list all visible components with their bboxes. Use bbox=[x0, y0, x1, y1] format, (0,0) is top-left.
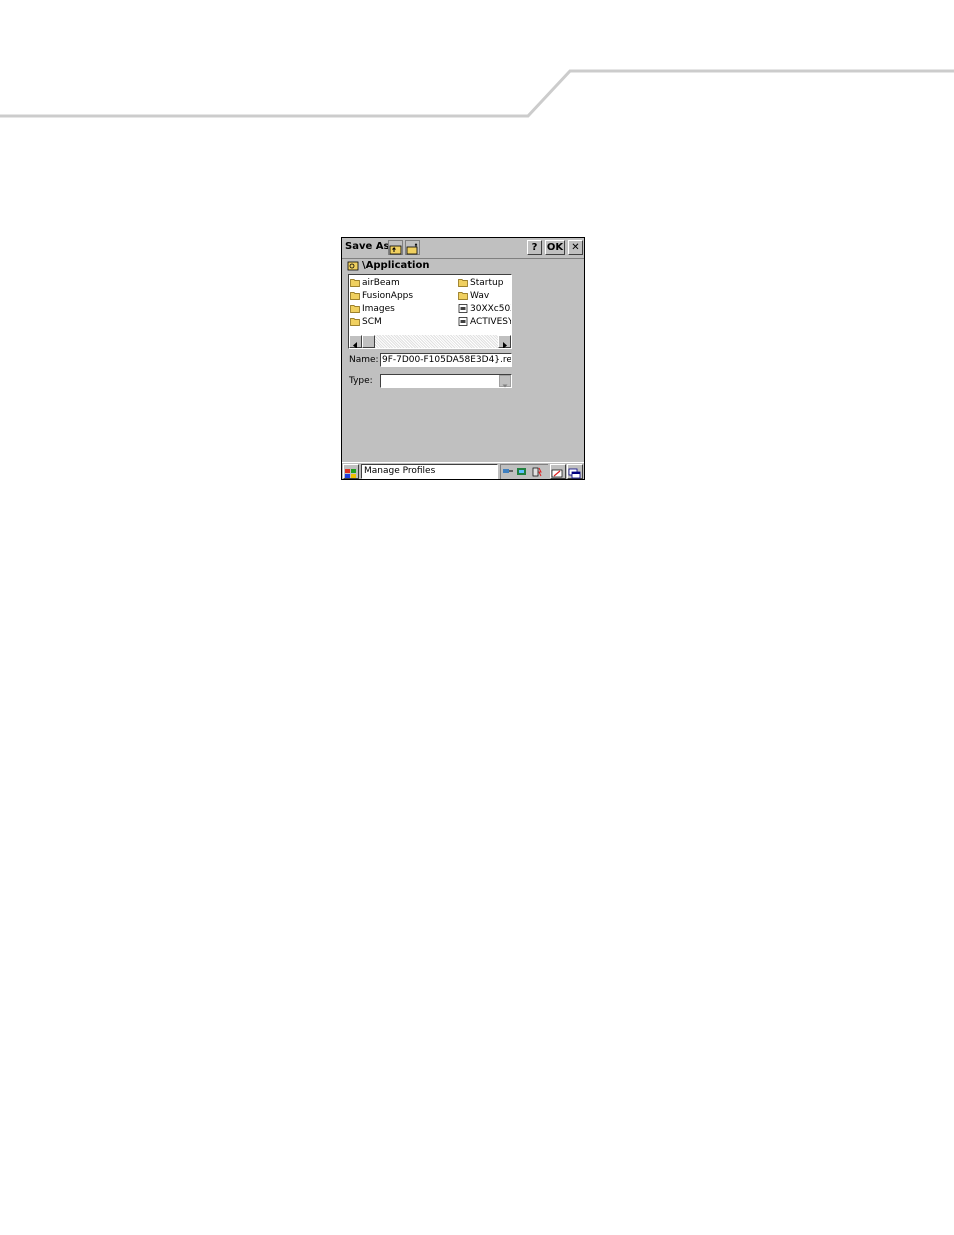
list-item-label: FusionApps bbox=[362, 291, 414, 301]
keyboard-icon bbox=[551, 469, 563, 478]
connection-icon[interactable] bbox=[516, 466, 528, 478]
ok-button[interactable]: OK bbox=[545, 240, 565, 255]
close-button[interactable]: ✕ bbox=[568, 240, 583, 255]
taskbar-item-manage-profiles[interactable]: Manage Profiles bbox=[361, 464, 498, 479]
dropdown-button[interactable] bbox=[499, 375, 511, 388]
file-icon bbox=[458, 304, 468, 313]
folder-icon bbox=[350, 305, 360, 313]
name-label: Name: bbox=[349, 355, 379, 365]
scroll-right-button[interactable] bbox=[498, 335, 511, 348]
windows-stack-icon bbox=[568, 468, 581, 479]
list-item-label: ACTIVESY bbox=[470, 317, 512, 327]
folder-icon bbox=[350, 318, 360, 326]
file-icon bbox=[458, 317, 468, 326]
chevron-down-icon bbox=[502, 384, 508, 388]
network-icon[interactable] bbox=[502, 466, 514, 478]
list-item-label: Startup bbox=[470, 278, 504, 288]
help-button[interactable]: ? bbox=[527, 240, 542, 255]
page-header-rule bbox=[0, 69, 954, 118]
folder-icon bbox=[458, 279, 468, 287]
desktop-button[interactable] bbox=[567, 464, 583, 479]
list-item-label: SCM bbox=[362, 317, 382, 327]
file-list[interactable]: airBeam FusionApps Images SCM Startup Wa… bbox=[348, 274, 512, 349]
list-item-label: 30XXc50X bbox=[470, 304, 512, 314]
open-folder-icon bbox=[347, 261, 359, 271]
title-separator bbox=[342, 258, 584, 259]
arrow-right-icon bbox=[503, 342, 507, 348]
folder-icon bbox=[458, 292, 468, 300]
start-button[interactable] bbox=[343, 464, 359, 479]
up-folder-icon bbox=[389, 245, 402, 255]
list-item-label: Wav bbox=[470, 291, 490, 301]
folder-icon bbox=[350, 279, 360, 287]
horizontal-scrollbar[interactable] bbox=[349, 335, 511, 348]
scroll-left-button[interactable] bbox=[349, 335, 362, 348]
path-label: \Application bbox=[362, 260, 430, 271]
up-folder-button[interactable] bbox=[388, 240, 403, 255]
folder-icon bbox=[350, 292, 360, 300]
input-panel-button[interactable] bbox=[550, 464, 566, 479]
arrow-left-icon bbox=[353, 342, 357, 348]
new-folder-button[interactable] bbox=[405, 240, 420, 255]
scroll-thumb[interactable] bbox=[362, 335, 375, 348]
taskbar: Manage Profiles bbox=[342, 462, 584, 479]
list-item-label: Images bbox=[362, 304, 395, 314]
list-item-label: airBeam bbox=[362, 278, 400, 288]
new-folder-icon bbox=[406, 243, 418, 255]
type-dropdown[interactable] bbox=[380, 374, 512, 388]
dialog-title: Save As bbox=[345, 241, 390, 252]
save-as-dialog: Save As ? OK ✕ \Application airBeam Fusi… bbox=[341, 237, 585, 480]
system-tray bbox=[500, 464, 548, 479]
windows-logo-icon bbox=[345, 469, 356, 478]
title-bar: Save As ? OK ✕ bbox=[342, 238, 584, 258]
type-label: Type: bbox=[349, 376, 373, 386]
scroll-track[interactable] bbox=[375, 335, 498, 348]
battery-icon[interactable] bbox=[531, 466, 543, 478]
name-field[interactable]: 9F-7D00-F105DA58E3D4}.reg bbox=[380, 353, 512, 367]
